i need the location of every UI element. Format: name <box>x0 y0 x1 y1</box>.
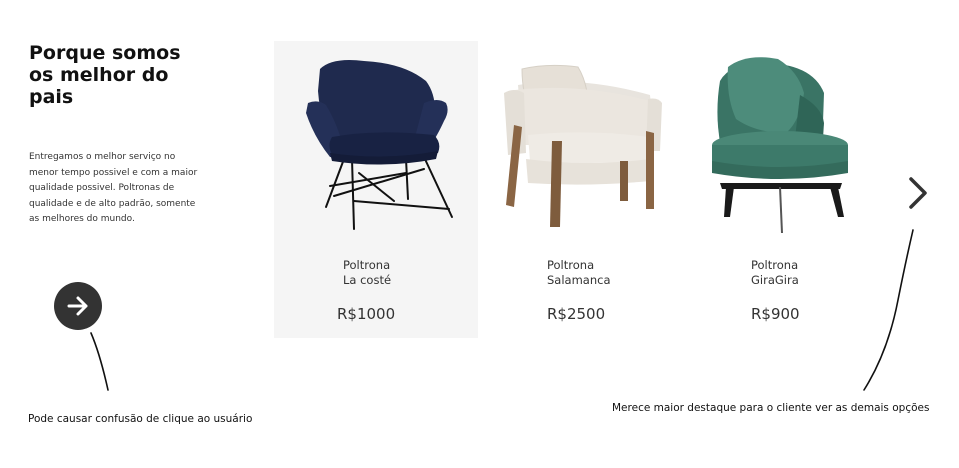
product-card-la-coste[interactable]: Poltrona La costé R$1000 <box>274 41 478 338</box>
section-description: Entregamos o melhor serviço no menor tem… <box>29 152 198 224</box>
product-name: Poltrona La costé <box>343 258 392 287</box>
annotation-note-left: Pode causar confusão de clique ao usuári… <box>28 413 253 425</box>
left-annotation-line <box>90 332 109 391</box>
green-swivel-armchair-icon <box>712 57 848 234</box>
carousel-next-button[interactable] <box>900 172 934 214</box>
annotation-note-right: Merece maior destaque para o cliente ver… <box>612 402 930 414</box>
product-card-salamanca[interactable]: Poltrona Salamanca R$2500 <box>478 41 682 338</box>
product-card-giragira[interactable]: Poltrona GiraGira R$900 <box>682 41 886 338</box>
cream-armchair-icon <box>504 64 662 227</box>
section-title: Porque somos os melhor do pais <box>29 42 181 108</box>
product-price: R$900 <box>751 305 800 323</box>
product-name: Poltrona Salamanca <box>547 258 611 287</box>
product-name: Poltrona GiraGira <box>751 258 799 287</box>
navy-armchair-icon <box>306 60 453 230</box>
circular-next-button[interactable] <box>54 282 102 330</box>
product-price: R$2500 <box>547 305 606 323</box>
product-price: R$1000 <box>337 305 396 323</box>
chevron-right-icon <box>909 177 927 209</box>
arrow-right-icon <box>67 296 88 316</box>
